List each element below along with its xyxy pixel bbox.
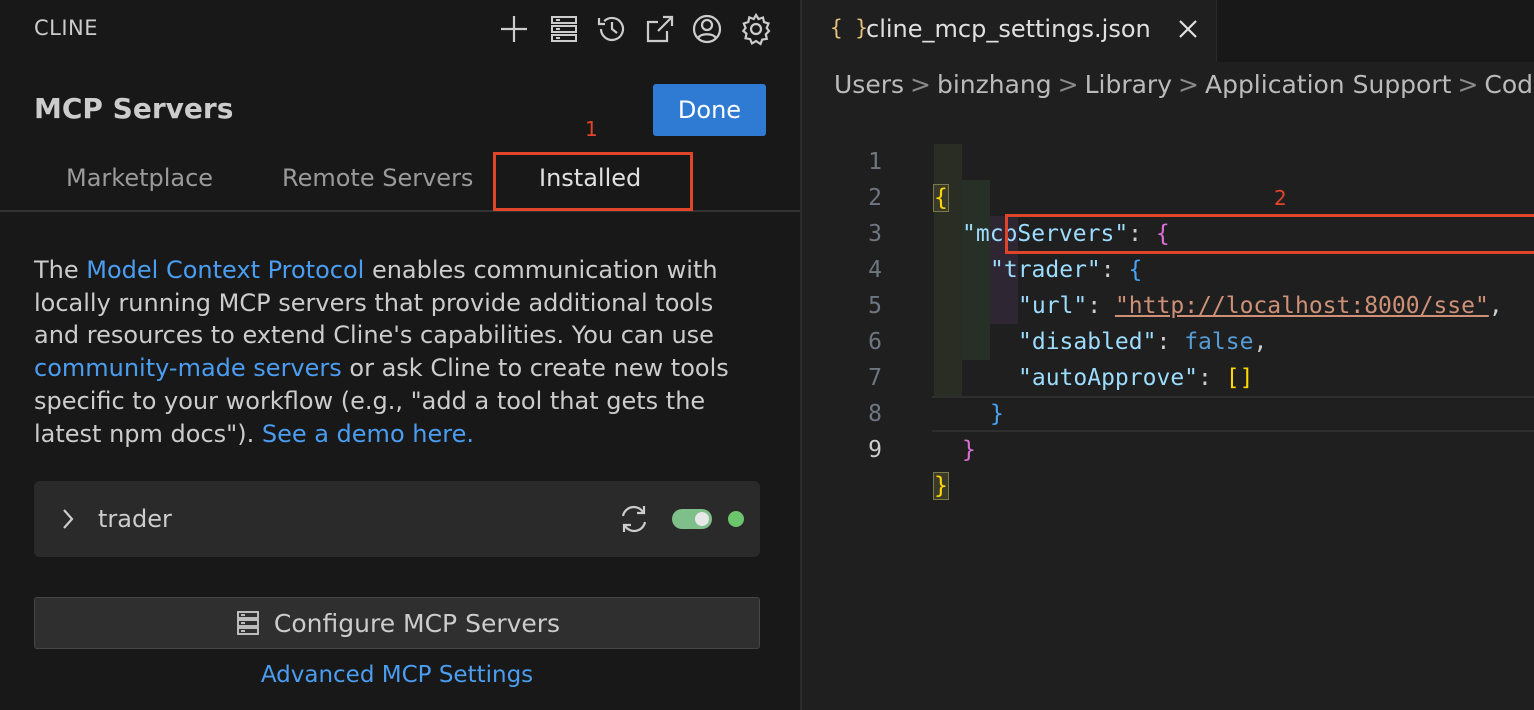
annotation-box-installed bbox=[493, 152, 693, 211]
server-list-icon[interactable] bbox=[547, 12, 581, 46]
editor-tab-strip: { } cline_mcp_settings.json bbox=[802, 0, 1534, 62]
breadcrumb-item[interactable]: Code bbox=[1484, 70, 1534, 99]
code-editor: { } cline_mcp_settings.json Users > binzha… bbox=[802, 0, 1534, 710]
code-text: } bbox=[933, 468, 949, 504]
breadcrumb: Users > binzhang > Library > Application Suppo… bbox=[834, 70, 1534, 99]
breadcrumb-item[interactable]: binzhang bbox=[937, 70, 1052, 99]
refresh-icon[interactable] bbox=[616, 501, 652, 537]
plus-icon[interactable] bbox=[497, 12, 531, 46]
code-line: 6 "autoApprove": [] bbox=[802, 288, 1534, 391]
demo-link[interactable]: See a demo here. bbox=[262, 420, 474, 448]
code-line: 1 { bbox=[802, 108, 1534, 212]
chevron-right-icon: > bbox=[1057, 70, 1079, 99]
cline-panel: CLINE MCP Servers Done Marketplace Remot… bbox=[0, 0, 800, 710]
model-context-protocol-link[interactable]: Model Context Protocol bbox=[86, 256, 364, 284]
configure-mcp-servers-button[interactable]: Configure MCP Servers bbox=[34, 597, 760, 649]
current-line-highlight bbox=[932, 396, 1534, 432]
chevron-right-icon[interactable] bbox=[56, 505, 80, 533]
status-dot bbox=[728, 511, 744, 527]
app-title: CLINE bbox=[34, 16, 99, 40]
gear-icon[interactable] bbox=[739, 12, 773, 46]
brace: } bbox=[933, 472, 949, 500]
server-name: trader bbox=[98, 505, 172, 533]
code-line: 8 } bbox=[802, 360, 1534, 463]
tab-remote-servers[interactable]: Remote Servers bbox=[282, 164, 473, 192]
breadcrumb-item[interactable]: Users bbox=[834, 70, 904, 99]
code-line: 3 "trader": { bbox=[802, 180, 1534, 283]
done-button[interactable]: Done bbox=[653, 84, 766, 136]
chevron-right-icon: > bbox=[1457, 70, 1479, 99]
line-number: 9 bbox=[868, 437, 882, 463]
breadcrumb-item[interactable]: Application Support bbox=[1205, 70, 1451, 99]
code-line: 2 "mcpServers": { bbox=[802, 144, 1534, 247]
toggle-knob bbox=[695, 512, 709, 526]
tab-marketplace[interactable]: Marketplace bbox=[66, 164, 213, 192]
annotation-number-1: 1 bbox=[585, 117, 598, 141]
code-line: 7 } bbox=[802, 324, 1534, 427]
community-servers-link[interactable]: community-made servers bbox=[34, 354, 342, 382]
description-text: The bbox=[34, 256, 87, 284]
breadcrumb-item[interactable]: Library bbox=[1085, 70, 1172, 99]
server-list-icon bbox=[237, 611, 259, 635]
advanced-mcp-settings-link[interactable]: Advanced MCP Settings bbox=[0, 662, 794, 688]
account-icon[interactable] bbox=[690, 12, 724, 46]
annotation-number-2: 2 bbox=[1274, 186, 1287, 210]
chevron-right-icon: > bbox=[910, 70, 931, 99]
popout-icon[interactable] bbox=[643, 12, 677, 46]
brace: } bbox=[962, 437, 976, 463]
annotation-box-url bbox=[1005, 214, 1534, 254]
configure-label: Configure MCP Servers bbox=[273, 608, 561, 638]
server-enable-toggle[interactable] bbox=[672, 509, 712, 529]
server-row-trader[interactable]: trader bbox=[34, 481, 760, 557]
code-text: } bbox=[962, 432, 976, 468]
code-line: 5 "disabled": false, bbox=[802, 252, 1534, 355]
editor-tab[interactable]: { } cline_mcp_settings.json bbox=[802, 0, 1217, 62]
page-title: MCP Servers bbox=[34, 92, 234, 125]
editor-tab-filename: cline_mcp_settings.json bbox=[866, 15, 1151, 43]
json-file-icon: { } bbox=[830, 16, 868, 40]
chevron-right-icon: > bbox=[1178, 70, 1199, 99]
mcp-description: The Model Context Protocol enables commu… bbox=[34, 254, 754, 450]
close-icon[interactable] bbox=[1174, 14, 1202, 44]
history-icon[interactable] bbox=[595, 12, 629, 46]
